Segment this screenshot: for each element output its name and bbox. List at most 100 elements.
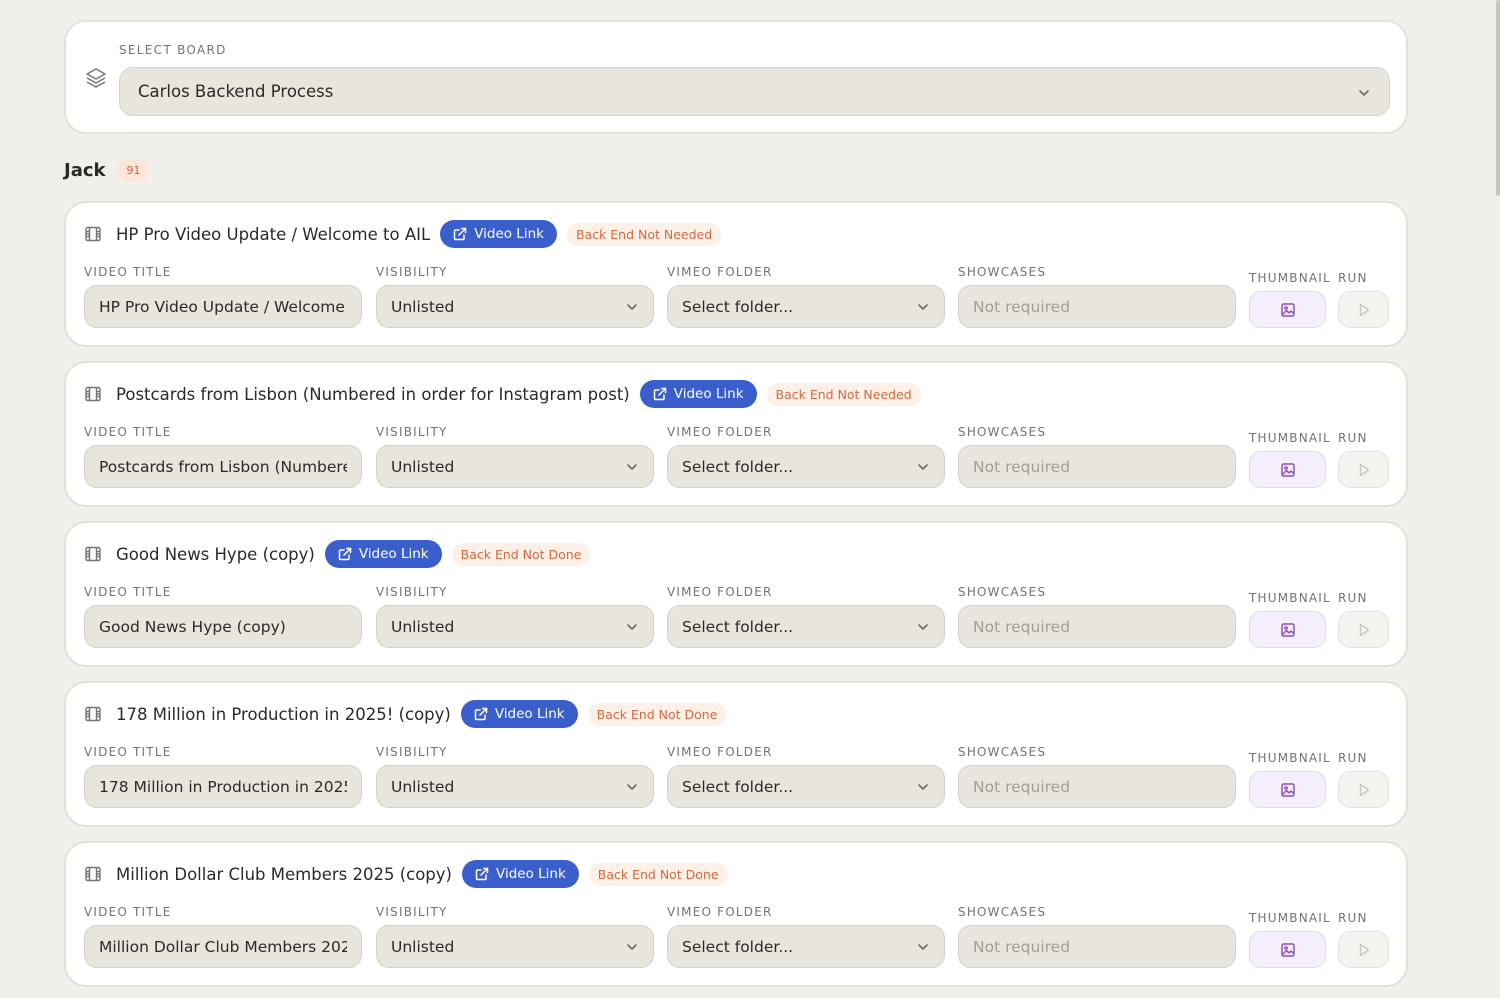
video-link-button[interactable]: Video Link <box>460 700 578 728</box>
image-icon <box>1280 782 1295 797</box>
vimeo-folder-label: VIMEO FOLDER <box>667 265 773 279</box>
vimeo-folder-label: VIMEO FOLDER <box>667 745 773 759</box>
video-card-header: HP Pro Video Update / Welcome to AIL Vid… <box>84 220 722 248</box>
play-icon <box>1359 303 1369 316</box>
vimeo-folder-select[interactable]: Select folder... <box>667 765 945 808</box>
video-title-value: HP Pro Video Update / Welcome to AIL <box>99 297 347 316</box>
play-icon <box>1359 463 1369 476</box>
play-icon <box>1359 783 1369 796</box>
video-title-input[interactable]: 178 Million in Production in 2025! (copy… <box>84 765 362 808</box>
video-title-input[interactable]: Million Dollar Club Members 2025 <box>84 925 362 968</box>
run-button[interactable] <box>1338 931 1389 968</box>
run-button[interactable] <box>1338 291 1389 328</box>
video-card-header: 178 Million in Production in 2025! (copy… <box>84 700 727 728</box>
status-badge: Back End Not Needed <box>766 382 921 406</box>
video-link-button[interactable]: Video Link <box>462 860 579 888</box>
film-icon <box>84 545 102 563</box>
video-title-input[interactable]: HP Pro Video Update / Welcome to AIL <box>84 285 362 328</box>
showcases-input[interactable]: Not required <box>958 765 1236 808</box>
run-button[interactable] <box>1338 611 1389 648</box>
run-label: RUN <box>1338 911 1368 925</box>
video-title-heading: Million Dollar Club Members 2025 (copy) <box>116 864 452 884</box>
thumbnail-label: THUMBNAIL <box>1249 431 1331 445</box>
status-badge: Back End Not Done <box>587 702 727 726</box>
video-title-input[interactable]: Postcards from Lisbon (Numbered in order… <box>84 445 362 488</box>
visibility-label: VISIBILITY <box>376 585 448 599</box>
video-title-heading: Good News Hype (copy) <box>116 544 315 564</box>
visibility-select[interactable]: Unlisted <box>376 765 654 808</box>
video-title-value: Postcards from Lisbon (Numbered in order… <box>99 457 347 476</box>
visibility-select[interactable]: Unlisted <box>376 285 654 328</box>
showcases-value: Not required <box>973 297 1071 316</box>
vimeo-folder-select[interactable]: Select folder... <box>667 605 945 648</box>
group-header: Jack 91 <box>64 160 150 181</box>
chevron-down-icon <box>916 940 930 954</box>
chevron-down-icon <box>916 300 930 314</box>
run-label: RUN <box>1338 751 1368 765</box>
external-link-icon <box>653 387 666 401</box>
vimeo-folder-select[interactable]: Select folder... <box>667 925 945 968</box>
thumbnail-label: THUMBNAIL <box>1249 591 1331 605</box>
video-link-label: Video Link <box>358 546 429 562</box>
run-label: RUN <box>1338 271 1368 285</box>
run-button[interactable] <box>1338 771 1389 808</box>
vimeo-folder-select[interactable]: Select folder... <box>667 445 945 488</box>
film-icon <box>84 385 102 403</box>
image-icon <box>1280 622 1295 637</box>
run-label: RUN <box>1338 591 1368 605</box>
video-title-label: VIDEO TITLE <box>84 745 172 759</box>
visibility-value: Unlisted <box>391 937 455 956</box>
showcases-input[interactable]: Not required <box>958 925 1236 968</box>
run-label: RUN <box>1338 431 1368 445</box>
visibility-value: Unlisted <box>391 297 455 316</box>
video-title-label: VIDEO TITLE <box>84 425 172 439</box>
board-select[interactable]: Carlos Backend Process <box>119 67 1390 116</box>
status-badge: Back End Not Done <box>588 862 728 886</box>
showcases-input[interactable]: Not required <box>958 285 1236 328</box>
vimeo-folder-select[interactable]: Select folder... <box>667 285 945 328</box>
video-link-button[interactable]: Video Link <box>324 540 442 568</box>
visibility-select[interactable]: Unlisted <box>376 605 654 648</box>
chevron-down-icon <box>916 620 930 634</box>
visibility-select[interactable]: Unlisted <box>376 925 654 968</box>
board-label: SELECT BOARD <box>119 43 227 57</box>
film-icon <box>84 225 102 243</box>
video-title-label: VIDEO TITLE <box>84 265 172 279</box>
thumbnail-button[interactable] <box>1249 611 1326 648</box>
image-icon <box>1280 302 1295 317</box>
video-link-label: Video Link <box>496 866 566 882</box>
external-link-icon <box>475 867 489 881</box>
vimeo-folder-value: Select folder... <box>682 457 794 476</box>
vimeo-folder-label: VIMEO FOLDER <box>667 905 773 919</box>
showcases-value: Not required <box>973 457 1071 476</box>
vimeo-folder-label: VIMEO FOLDER <box>667 425 773 439</box>
visibility-value: Unlisted <box>391 457 455 476</box>
thumbnail-button[interactable] <box>1249 451 1326 488</box>
visibility-value: Unlisted <box>391 617 455 636</box>
video-title-value: Good News Hype (copy) <box>99 617 286 636</box>
board-selected-value: Carlos Backend Process <box>138 82 334 101</box>
video-title-value: 178 Million in Production in 2025! (copy… <box>99 777 347 796</box>
video-link-button[interactable]: Video Link <box>639 380 757 408</box>
run-button[interactable] <box>1338 451 1389 488</box>
thumbnail-button[interactable] <box>1249 291 1326 328</box>
visibility-select[interactable]: Unlisted <box>376 445 654 488</box>
showcases-input[interactable]: Not required <box>958 605 1236 648</box>
play-icon <box>1359 943 1369 956</box>
video-link-label: Video Link <box>474 226 544 242</box>
thumbnail-button[interactable] <box>1249 771 1326 808</box>
group-name: Jack <box>64 160 106 181</box>
video-title-input[interactable]: Good News Hype (copy) <box>84 605 362 648</box>
visibility-label: VISIBILITY <box>376 745 448 759</box>
page-scrollbar[interactable] <box>1496 0 1500 196</box>
visibility-label: VISIBILITY <box>376 425 448 439</box>
video-card-header: Good News Hype (copy) Video Link Back En… <box>84 540 591 568</box>
video-card: Postcards from Lisbon (Numbered in order… <box>64 361 1408 507</box>
showcases-input[interactable]: Not required <box>958 445 1236 488</box>
video-title-label: VIDEO TITLE <box>84 905 172 919</box>
thumbnail-button[interactable] <box>1249 931 1326 968</box>
video-card: Good News Hype (copy) Video Link Back En… <box>64 521 1408 667</box>
chevron-down-icon <box>916 460 930 474</box>
chevron-down-icon <box>625 620 639 634</box>
video-link-button[interactable]: Video Link <box>440 220 557 248</box>
